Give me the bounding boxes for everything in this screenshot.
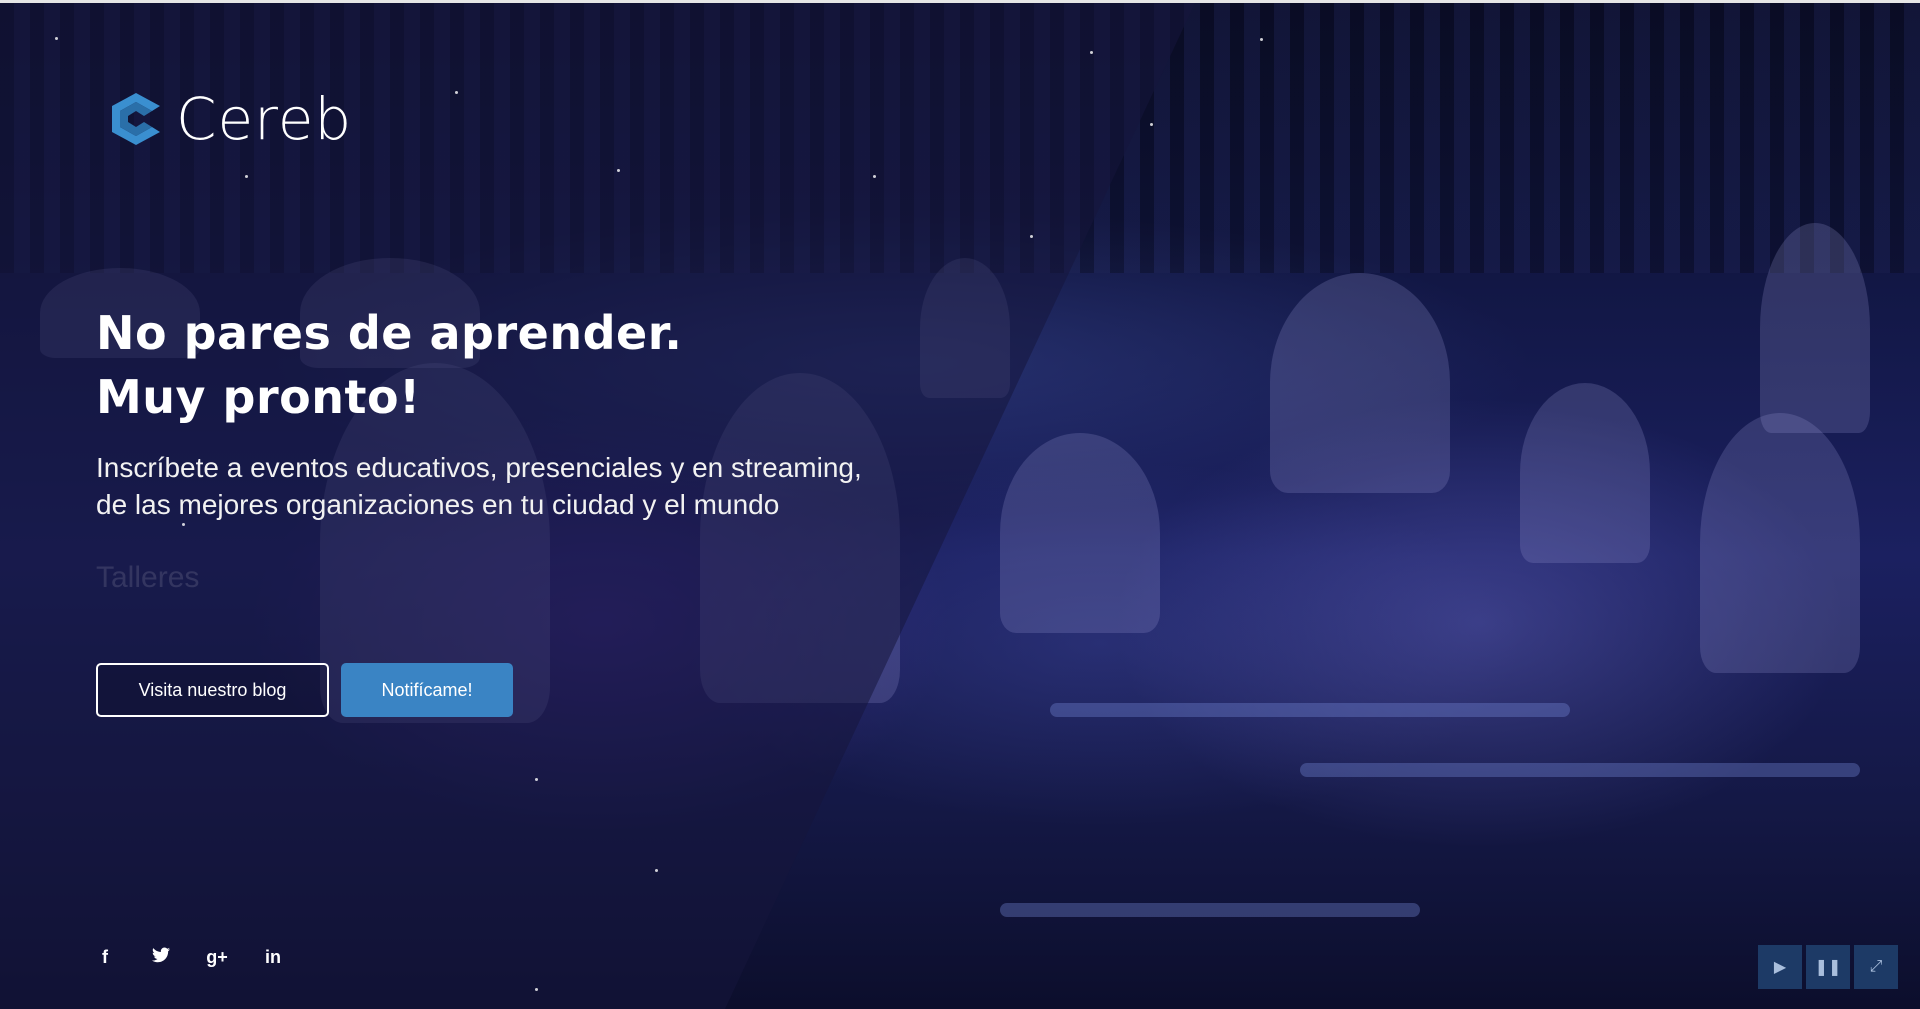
hero-buttons: Visita nuestro blog Notifícame! [96, 663, 513, 717]
facebook-icon[interactable]: f [92, 947, 118, 968]
chair-row [1300, 763, 1860, 777]
hero-subtitle: Inscríbete a eventos educativos, presenc… [96, 452, 862, 520]
play-icon[interactable]: ▶ [1758, 945, 1802, 989]
video-controls: ▶ ❚❚ ⤢ [1758, 945, 1898, 989]
visit-blog-button[interactable]: Visita nuestro blog [96, 663, 329, 717]
fullscreen-icon[interactable]: ⤢ [1854, 945, 1898, 989]
particle [55, 37, 58, 40]
particle [873, 175, 876, 178]
landing-page: Cereb No pares de aprender. Muy pronto! … [0, 0, 1920, 1009]
google-plus-icon[interactable]: g+ [204, 947, 230, 968]
social-links: f g+ in [92, 947, 286, 968]
headline-line-1: No pares de aprender. [96, 306, 683, 360]
brand-logo[interactable]: Cereb [108, 85, 352, 153]
particle [245, 175, 248, 178]
particle [1150, 123, 1153, 126]
cereb-logo-icon [112, 93, 160, 145]
headline-line-2: Muy pronto! [96, 370, 421, 424]
particle [655, 869, 658, 872]
notify-me-button[interactable]: Notifícame! [341, 663, 513, 717]
rotating-word: Talleres [96, 561, 200, 594]
crowd-silhouette [1700, 413, 1860, 673]
particle [617, 169, 620, 172]
brand-name: Cereb [176, 85, 353, 153]
pause-icon[interactable]: ❚❚ [1806, 945, 1850, 989]
particle [1030, 235, 1033, 238]
crowd-silhouette [1760, 223, 1870, 433]
hero-section: No pares de aprender. Muy pronto! Inscrí… [96, 301, 876, 601]
crowd-silhouette [1520, 383, 1650, 563]
particle [455, 91, 458, 94]
crowd-silhouette [1000, 433, 1160, 633]
chair-row [1050, 703, 1570, 717]
particle [535, 778, 538, 781]
linkedin-icon[interactable]: in [260, 947, 286, 968]
hero-headline: No pares de aprender. Muy pronto! [96, 301, 876, 429]
particle [1260, 38, 1263, 41]
chair-row [1000, 903, 1420, 917]
particle [1090, 51, 1093, 54]
particle [535, 988, 538, 991]
crowd-silhouette [1270, 273, 1450, 493]
twitter-icon[interactable] [148, 947, 174, 968]
